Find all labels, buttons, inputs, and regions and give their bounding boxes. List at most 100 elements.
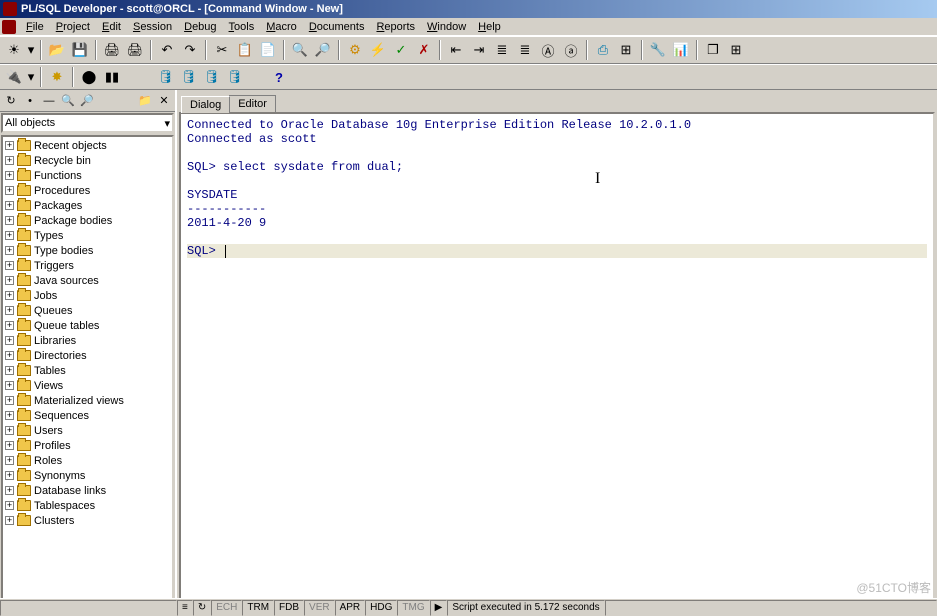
tree-item[interactable]: +Users — [3, 423, 172, 438]
open-button[interactable]: 📂 — [46, 39, 68, 61]
stop-button[interactable]: ⬤ — [78, 66, 100, 88]
status-cell-fdb[interactable]: FDB — [274, 600, 304, 616]
tab-editor[interactable]: Editor — [229, 95, 276, 112]
expand-icon[interactable]: + — [5, 351, 14, 360]
find-object-icon[interactable]: 🔍 — [59, 92, 77, 110]
object-tree[interactable]: +Recent objects+Recycle bin+Functions+Pr… — [1, 135, 174, 607]
expand-icon[interactable]: + — [5, 411, 14, 420]
expand-icon[interactable]: + — [5, 201, 14, 210]
nav-icon[interactable]: — — [40, 92, 58, 110]
status-cell-hdg[interactable]: HDG — [365, 600, 397, 616]
tree-item[interactable]: +Synonyms — [3, 468, 172, 483]
status-cell-≡[interactable]: ≡ — [177, 600, 193, 616]
tile-button[interactable]: ⊞ — [725, 39, 747, 61]
menu-file[interactable]: File — [20, 20, 50, 34]
break-button[interactable]: ⚡ — [367, 39, 389, 61]
tree-item[interactable]: +Sequences — [3, 408, 172, 423]
folder-icon[interactable]: 📁 — [136, 92, 154, 110]
status-cell-trm[interactable]: TRM — [242, 600, 274, 616]
menu-help[interactable]: Help — [472, 20, 507, 34]
tool1-button[interactable]: 🔧 — [647, 39, 669, 61]
expand-icon[interactable]: + — [5, 486, 14, 495]
db2-button[interactable]: 🛢 — [178, 66, 200, 88]
menu-macro[interactable]: Macro — [260, 20, 303, 34]
tree-item[interactable]: +Type bodies — [3, 243, 172, 258]
sql-console[interactable]: Connected to Oracle Database 10g Enterpr… — [179, 112, 935, 606]
tree-item[interactable]: +Profiles — [3, 438, 172, 453]
session-button[interactable]: 🔌 — [3, 66, 25, 88]
tree-item[interactable]: +Queue tables — [3, 318, 172, 333]
expand-icon[interactable]: + — [5, 156, 14, 165]
expand-icon[interactable]: + — [5, 426, 14, 435]
tree-item[interactable]: +Tablespaces — [3, 498, 172, 513]
tree-item[interactable]: +Packages — [3, 198, 172, 213]
db4-button[interactable]: 🛢 — [224, 66, 246, 88]
status-cell-ech[interactable]: ECH — [211, 600, 242, 616]
status-cell-tmg[interactable]: TMG — [397, 600, 429, 616]
save-button[interactable]: 💾 — [69, 39, 91, 61]
expand-icon[interactable]: + — [5, 396, 14, 405]
menu-tools[interactable]: Tools — [223, 20, 261, 34]
tree-item[interactable]: +Types — [3, 228, 172, 243]
expand-icon[interactable]: + — [5, 231, 14, 240]
tree-item[interactable]: +Triggers — [3, 258, 172, 273]
expand-icon[interactable]: + — [5, 276, 14, 285]
tree-item[interactable]: +Procedures — [3, 183, 172, 198]
comment-button[interactable]: ≣ — [491, 39, 513, 61]
indent-right-button[interactable]: ⇥ — [468, 39, 490, 61]
rollback-button[interactable]: ✗ — [413, 39, 435, 61]
expand-icon[interactable]: + — [5, 186, 14, 195]
system-menu-icon[interactable] — [2, 20, 16, 34]
expand-icon[interactable]: + — [5, 246, 14, 255]
expand-icon[interactable]: + — [5, 456, 14, 465]
help-button[interactable]: ? — [268, 66, 290, 88]
expand-icon[interactable]: + — [5, 141, 14, 150]
tree-item[interactable]: +Java sources — [3, 273, 172, 288]
expand-icon[interactable]: + — [5, 441, 14, 450]
status-cell-apr[interactable]: APR — [335, 600, 366, 616]
expand-icon[interactable]: + — [5, 321, 14, 330]
new-button[interactable]: ☀ — [3, 39, 25, 61]
tree-item[interactable]: +Queues — [3, 303, 172, 318]
tree-item[interactable]: +Roles — [3, 453, 172, 468]
status-cell-ver[interactable]: VER — [304, 600, 335, 616]
uncomment-button[interactable]: ≣ — [514, 39, 536, 61]
tree-item[interactable]: +Package bodies — [3, 213, 172, 228]
menu-edit[interactable]: Edit — [96, 20, 127, 34]
expand-icon[interactable]: + — [5, 366, 14, 375]
tree-item[interactable]: +Functions — [3, 168, 172, 183]
print-button[interactable]: 🖨 — [101, 39, 123, 61]
menu-reports[interactable]: Reports — [370, 20, 421, 34]
find-next-icon[interactable]: 🔎 — [78, 92, 96, 110]
tree-item[interactable]: +Directories — [3, 348, 172, 363]
tree-item[interactable]: +Jobs — [3, 288, 172, 303]
indent-left-button[interactable]: ⇤ — [445, 39, 467, 61]
find-button[interactable]: 🔍 — [289, 39, 311, 61]
cut-button[interactable]: ✂ — [211, 39, 233, 61]
menu-project[interactable]: Project — [50, 20, 96, 34]
db3-button[interactable]: 🛢 — [201, 66, 223, 88]
tab-dialog[interactable]: Dialog — [181, 96, 230, 113]
active-prompt[interactable]: SQL> — [187, 244, 927, 258]
tree-item[interactable]: +Tables — [3, 363, 172, 378]
commit-button[interactable]: ✓ — [390, 39, 412, 61]
expand-icon[interactable]: + — [5, 336, 14, 345]
lowercase-button[interactable]: ⓐ — [560, 39, 582, 61]
session-dropdown[interactable]: ▾ — [26, 66, 36, 88]
tree-item[interactable]: +Recycle bin — [3, 153, 172, 168]
copy-button[interactable]: 📋 — [234, 39, 256, 61]
tree-item[interactable]: +Views — [3, 378, 172, 393]
uppercase-button[interactable]: Ⓐ — [537, 39, 559, 61]
find-next-button[interactable]: 🔎 — [312, 39, 334, 61]
status-cell-↻[interactable]: ↻ — [193, 600, 211, 616]
expand-icon[interactable]: + — [5, 471, 14, 480]
expand-icon[interactable]: + — [5, 306, 14, 315]
explain-button[interactable]: ⎙ — [592, 39, 614, 61]
menu-session[interactable]: Session — [127, 20, 178, 34]
menu-documents[interactable]: Documents — [303, 20, 371, 34]
new-dropdown[interactable]: ▾ — [26, 39, 36, 61]
expand-icon[interactable]: + — [5, 501, 14, 510]
paste-button[interactable]: 📄 — [257, 39, 279, 61]
expand-icon[interactable]: + — [5, 516, 14, 525]
cascade-button[interactable]: ❐ — [702, 39, 724, 61]
